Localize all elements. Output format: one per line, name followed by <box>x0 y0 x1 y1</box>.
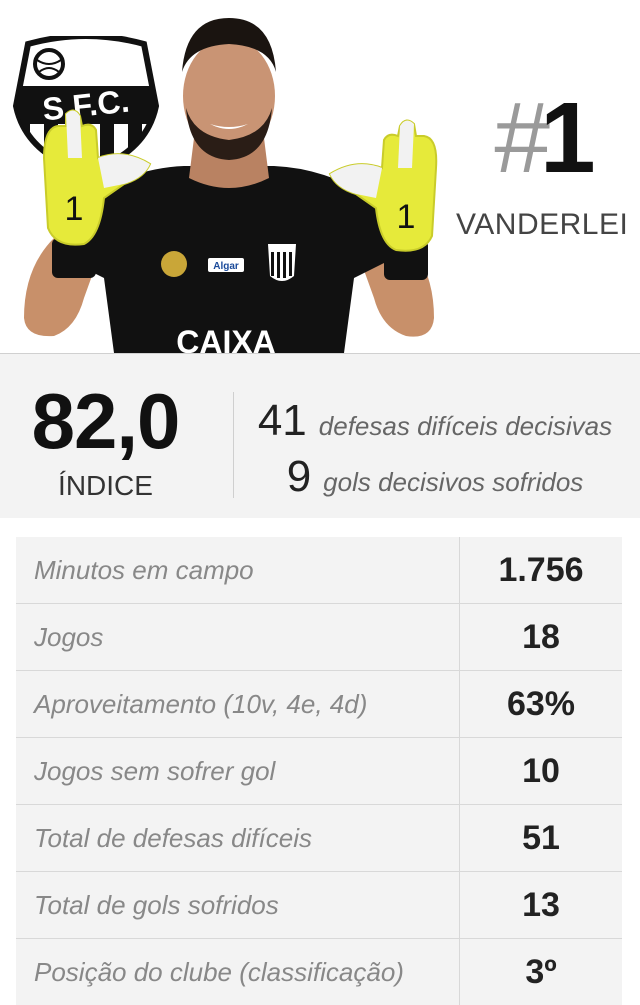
stats-table: Minutos em campo 1.756 Jogos 18 Aproveit… <box>16 537 622 1005</box>
row-label: Jogos sem sofrer gol <box>16 738 460 805</box>
stat-number: 9 <box>287 452 311 502</box>
summary-divider <box>233 392 234 498</box>
jersey-badge-text: Algar <box>213 261 239 272</box>
table-row: Posição do clube (classificação) 3º <box>16 939 622 1005</box>
row-value: 18 <box>460 604 623 671</box>
row-value: 63% <box>460 671 623 738</box>
svg-text:1: 1 <box>65 190 84 228</box>
row-label: Total de gols sofridos <box>16 872 460 939</box>
table-row: Minutos em campo 1.756 <box>16 537 622 604</box>
rank-hash-symbol: # <box>494 82 546 194</box>
row-label: Aproveitamento (10v, 4e, 4d) <box>16 671 460 738</box>
row-label: Posição do clube (classificação) <box>16 939 460 1005</box>
player-photo: Algar CAIXA 1 1 <box>14 8 444 353</box>
rank-value: 1 <box>540 82 596 194</box>
table-row: Total de gols sofridos 13 <box>16 872 622 939</box>
index-label: ÍNDICE <box>18 470 193 502</box>
table-row: Total de defesas difíceis 51 <box>16 805 622 872</box>
row-value: 51 <box>460 805 623 872</box>
player-name: VANDERLEI <box>456 208 626 242</box>
player-header: S.F.C. Algar CAIXA 1 <box>0 0 640 354</box>
index-value: 82,0 <box>18 382 193 460</box>
row-label: Jogos <box>16 604 460 671</box>
decisive-saves-stat: 41 defesas difíceis decisivas <box>240 396 630 446</box>
stat-label: defesas difíceis decisivas <box>319 411 612 442</box>
table-row: Jogos sem sofrer gol 10 <box>16 738 622 805</box>
table-row: Aproveitamento (10v, 4e, 4d) 63% <box>16 671 622 738</box>
row-value: 1.756 <box>460 537 623 604</box>
row-label: Minutos em campo <box>16 537 460 604</box>
stat-number: 41 <box>258 396 307 446</box>
table-row: Jogos 18 <box>16 604 622 671</box>
svg-text:1: 1 <box>397 198 416 236</box>
row-value: 10 <box>460 738 623 805</box>
stat-label: gols decisivos sofridos <box>323 467 583 498</box>
row-value: 3º <box>460 939 623 1005</box>
rank-number: #1 <box>470 88 620 188</box>
jersey-sponsor-text: CAIXA <box>176 324 276 353</box>
row-value: 13 <box>460 872 623 939</box>
row-label: Total de defesas difíceis <box>16 805 460 872</box>
decisive-goals-stat: 9 gols decisivos sofridos <box>240 452 630 502</box>
